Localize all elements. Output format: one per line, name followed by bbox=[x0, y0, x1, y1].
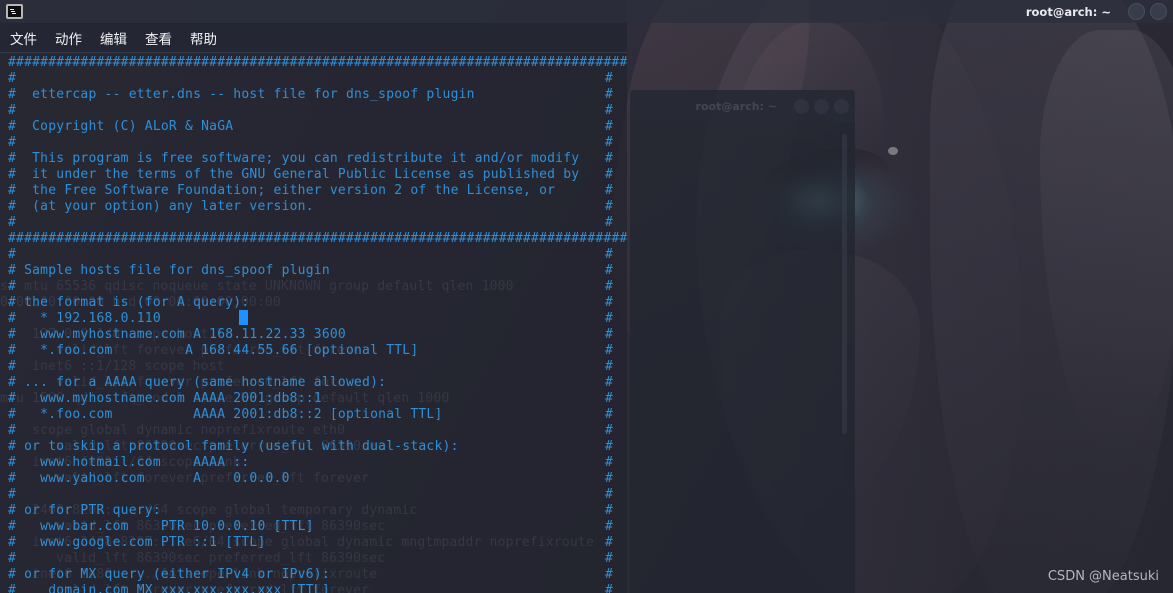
terminal-line-right-hash: # bbox=[605, 295, 614, 310]
background-maximize-button[interactable] bbox=[814, 98, 829, 114]
terminal-line: # the format is (for A query): # bbox=[8, 295, 614, 310]
menu-bar: 文件 动作 编辑 查看 帮助 bbox=[0, 23, 627, 53]
terminal-line-right-hash: # bbox=[605, 519, 614, 534]
background-terminal-scrollbar[interactable] bbox=[842, 134, 847, 434]
terminal-line-right-hash: # bbox=[605, 551, 614, 566]
terminal-line: ########################################… bbox=[8, 231, 627, 246]
terminal-line: # ... for a AAAA query (same hostname al… bbox=[8, 375, 614, 390]
terminal-line-right-hash: # bbox=[605, 183, 614, 198]
terminal-line: # it under the terms of the GNU General … bbox=[8, 167, 614, 182]
terminal-line-right-hash: # bbox=[605, 151, 614, 166]
terminal-line-right-hash: # bbox=[605, 119, 614, 134]
terminal-line-right-hash: # bbox=[605, 103, 614, 118]
terminal-line-right-hash: # bbox=[605, 503, 614, 518]
maximize-button[interactable] bbox=[1150, 3, 1167, 20]
terminal-line: ########################################… bbox=[8, 55, 627, 70]
wallpaper-hair-right bbox=[930, 0, 1173, 593]
terminal-line: # # bbox=[8, 279, 614, 294]
terminal-line-right-hash: # bbox=[605, 375, 614, 390]
terminal-line: # # bbox=[8, 135, 614, 150]
terminal-line-right-hash: # bbox=[605, 583, 614, 593]
terminal-line-right-hash: # bbox=[605, 263, 614, 278]
terminal-line: # # bbox=[8, 551, 614, 566]
terminal-line-right-hash: # bbox=[605, 455, 614, 470]
terminal-line: # www.yahoo.com A 0.0.0.0 # bbox=[8, 471, 614, 486]
window-title: root@arch: ~ bbox=[1025, 4, 1111, 19]
terminal-line: # www.hotmail.com AAAA :: # bbox=[8, 455, 614, 470]
terminal-line: # # bbox=[8, 359, 614, 374]
terminal-line-right-hash: # bbox=[605, 311, 614, 326]
background-terminal-titlebar: root@arch: ~ bbox=[630, 90, 855, 122]
terminal-line: # www.bar.com PTR 10.0.0.10 [TTL] # bbox=[8, 519, 614, 534]
terminal-line: # or to skip a protocol family (useful w… bbox=[8, 439, 614, 454]
wallpaper-hair-far-right bbox=[1040, 30, 1173, 450]
terminal-line: # # bbox=[8, 487, 614, 502]
terminal-line: # the Free Software Foundation; either v… bbox=[8, 183, 614, 198]
terminal-line: # or for MX query (either IPv4 or IPv6):… bbox=[8, 567, 614, 582]
terminal-line: # *.foo.com AAAA 2001:db8::2 [optional T… bbox=[8, 407, 614, 422]
menu-item-3[interactable]: 查看 bbox=[145, 28, 172, 48]
terminal-line: # This program is free software; you can… bbox=[8, 151, 614, 166]
text-cursor bbox=[239, 310, 248, 325]
terminal-line: # Sample hosts file for dns_spoof plugin… bbox=[8, 263, 614, 278]
terminal-text-area[interactable]: ########################################… bbox=[0, 55, 627, 593]
menu-item-2[interactable]: 编辑 bbox=[100, 28, 127, 48]
terminal-line-right-hash: # bbox=[605, 87, 614, 102]
terminal-line-right-hash: # bbox=[605, 423, 614, 438]
background-terminal-window[interactable]: root@arch: ~ bbox=[630, 90, 855, 593]
terminal-icon bbox=[6, 4, 23, 19]
terminal-line: # www.google.com PTR ::1 [TTL] # bbox=[8, 535, 614, 550]
terminal-line: # or for PTR query: # bbox=[8, 503, 614, 518]
terminal-line: # ettercap -- etter.dns -- host file for… bbox=[8, 87, 614, 102]
terminal-line: # www.myhostname.com AAAA 2001:db8::1 # bbox=[8, 391, 614, 406]
terminal-line: # # bbox=[8, 423, 614, 438]
menu-separator bbox=[0, 52, 627, 53]
terminal-line: # (at your option) any later version. # bbox=[8, 199, 614, 214]
terminal-line-right-hash: # bbox=[605, 343, 614, 358]
terminal-line-right-hash: # bbox=[605, 471, 614, 486]
background-minimize-button[interactable] bbox=[794, 98, 809, 114]
background-terminal-title: root@arch: ~ bbox=[695, 99, 777, 113]
terminal-line: # # bbox=[8, 247, 614, 262]
terminal-line: # # bbox=[8, 71, 614, 86]
terminal-line-right-hash: # bbox=[605, 391, 614, 406]
terminal-line-right-hash: # bbox=[605, 439, 614, 454]
watermark: CSDN @Neatsuki bbox=[1047, 569, 1159, 584]
terminal-line-right-hash: # bbox=[605, 167, 614, 182]
menu-item-1[interactable]: 动作 bbox=[55, 28, 82, 48]
terminal-window: s mtu 65536 qdisc noqueue state UNKNOWN … bbox=[0, 0, 627, 593]
menu-item-0[interactable]: 文件 bbox=[10, 28, 37, 48]
terminal-line-right-hash: # bbox=[605, 71, 614, 86]
terminal-line: # * 192.168.0.110 # bbox=[8, 311, 614, 326]
terminal-line: # # bbox=[8, 103, 614, 118]
terminal-line-right-hash: # bbox=[605, 327, 614, 342]
terminal-line-right-hash: # bbox=[605, 487, 614, 502]
wallpaper-eye-glint bbox=[888, 147, 898, 155]
terminal-line: # Copyright (C) ALoR & NaGA # bbox=[8, 119, 614, 134]
terminal-line-right-hash: # bbox=[605, 199, 614, 214]
terminal-line-right-hash: # bbox=[605, 407, 614, 422]
terminal-line-right-hash: # bbox=[605, 215, 614, 230]
terminal-line-right-hash: # bbox=[605, 359, 614, 374]
background-close-button[interactable] bbox=[834, 98, 849, 114]
minimize-button[interactable] bbox=[1128, 3, 1145, 20]
terminal-line-right-hash: # bbox=[605, 135, 614, 150]
screen: root@arch: ~ s mtu 65536 qdisc noqueue s… bbox=[0, 0, 1173, 593]
terminal-line: # domain.com MX xxx.xxx.xxx.xxx [TTL] # bbox=[0, 583, 627, 593]
window-controls bbox=[1123, 3, 1167, 20]
terminal-line-right-hash: # bbox=[605, 279, 614, 294]
background-terminal-body bbox=[630, 122, 855, 593]
terminal-line-right-hash: # bbox=[605, 567, 614, 582]
terminal-line: # *.foo.com A 168.44.55.66 [optional TTL… bbox=[8, 343, 614, 358]
terminal-line-right-hash: # bbox=[605, 247, 614, 262]
terminal-line-right-hash: # bbox=[605, 535, 614, 550]
window-titlebar: root@arch: ~ bbox=[0, 0, 1173, 23]
menu-item-4[interactable]: 帮助 bbox=[190, 28, 217, 48]
terminal-line: # www.myhostname.com A 168.11.22.33 3600… bbox=[8, 327, 614, 342]
terminal-line: # # bbox=[8, 215, 614, 230]
